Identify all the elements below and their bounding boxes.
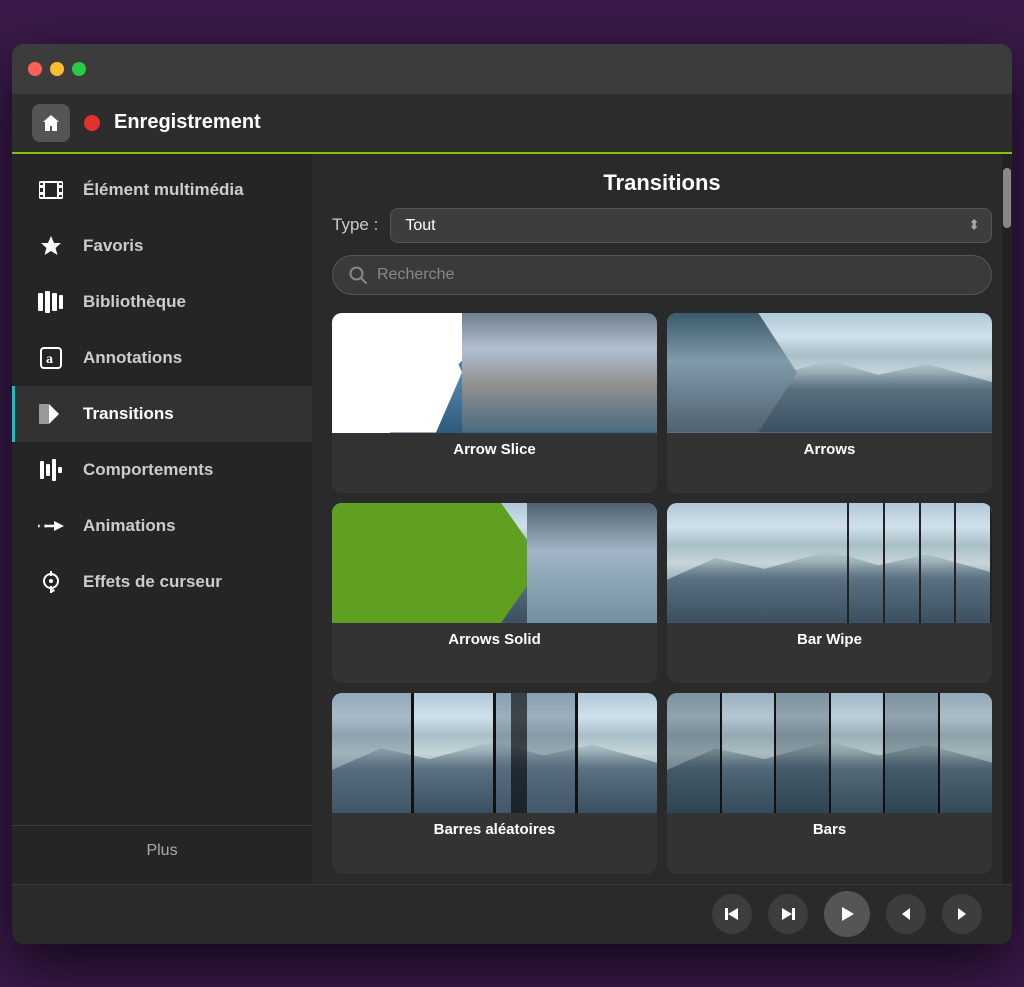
transition-thumb-arrows-solid xyxy=(332,503,657,623)
scroll-thumb[interactable] xyxy=(1003,168,1011,228)
minimize-button[interactable] xyxy=(50,62,64,76)
transition-item-arrows[interactable]: Arrows xyxy=(667,313,992,493)
transition-item-barres-aleatoires[interactable]: Barres aléatoires xyxy=(332,693,657,873)
sidebar-item-annotations[interactable]: a Annotations xyxy=(12,330,312,386)
bars-overlay xyxy=(667,693,992,813)
sidebar-item-favoris[interactable]: Favoris xyxy=(12,218,312,274)
search-icon xyxy=(349,266,367,284)
player-bar xyxy=(12,884,1012,944)
sidebar-label-annotations: Annotations xyxy=(83,348,182,368)
close-button[interactable] xyxy=(28,62,42,76)
sidebar-label-effets: Effets de curseur xyxy=(83,572,222,592)
sidebar-label-animations: Animations xyxy=(83,516,176,536)
transition-icon xyxy=(37,400,65,428)
transition-thumb-bar-wipe xyxy=(667,503,992,623)
search-box xyxy=(332,255,992,295)
right-panel: Transitions Type : Tout Basique Avancé 3… xyxy=(312,154,1012,884)
more-button[interactable]: Plus xyxy=(12,825,312,876)
star-icon xyxy=(37,232,65,260)
sidebar-item-animations[interactable]: Animations xyxy=(12,498,312,554)
behavior-icon xyxy=(37,456,65,484)
svg-text:a: a xyxy=(46,352,53,367)
transition-label-arrow-slice: Arrow Slice xyxy=(332,433,657,466)
panel-title: Transitions xyxy=(312,154,1012,208)
animation-icon xyxy=(37,512,65,540)
annotation-icon: a xyxy=(37,344,65,372)
header-bar: Enregistrement xyxy=(12,94,1012,154)
transition-thumb-bars xyxy=(667,693,992,813)
record-indicator xyxy=(84,115,100,131)
app-window: Enregistrement Élément multimédia xyxy=(12,44,1012,944)
sidebar-item-transitions[interactable]: Transitions xyxy=(12,386,312,442)
sidebar-label-transitions: Transitions xyxy=(83,404,174,424)
books-icon xyxy=(37,288,65,316)
home-button[interactable] xyxy=(32,104,70,142)
type-label: Type : xyxy=(332,215,378,235)
sidebar-item-bibliotheque[interactable]: Bibliothèque xyxy=(12,274,312,330)
sidebar-item-media[interactable]: Élément multimédia xyxy=(12,162,312,218)
search-input[interactable] xyxy=(377,266,975,284)
step-back-button[interactable] xyxy=(712,894,752,934)
type-row: Type : Tout Basique Avancé 3D ⬍ xyxy=(312,208,1012,255)
transition-label-bar-wipe: Bar Wipe xyxy=(667,623,992,656)
transition-label-arrows: Arrows xyxy=(667,433,992,466)
play-button[interactable] xyxy=(824,891,870,937)
transition-thumb-arrows xyxy=(667,313,992,433)
transition-label-barres-aleatoires: Barres aléatoires xyxy=(332,813,657,846)
sidebar-item-effets[interactable]: Effets de curseur xyxy=(12,554,312,610)
sidebar-label-media: Élément multimédia xyxy=(83,180,244,200)
transition-item-bars[interactable]: Bars xyxy=(667,693,992,873)
next-button[interactable] xyxy=(942,894,982,934)
step-forward-button[interactable] xyxy=(768,894,808,934)
transition-label-bars: Bars xyxy=(667,813,992,846)
sidebar-label-comportements: Comportements xyxy=(83,460,213,480)
maximize-button[interactable] xyxy=(72,62,86,76)
sidebar-label-favoris: Favoris xyxy=(83,236,143,256)
traffic-lights xyxy=(28,62,86,76)
transition-label-arrows-solid: Arrows Solid xyxy=(332,623,657,656)
transition-item-arrow-slice[interactable]: Arrow Slice xyxy=(332,313,657,493)
title-bar xyxy=(12,44,1012,94)
cursor-icon xyxy=(37,568,65,596)
transition-thumb-arrow-slice xyxy=(332,313,657,433)
bar-wipe-lines xyxy=(813,503,992,623)
transition-item-arrows-solid[interactable]: Arrows Solid xyxy=(332,503,657,683)
sidebar: Élément multimédia Favoris xyxy=(12,154,312,884)
type-select[interactable]: Tout Basique Avancé 3D xyxy=(390,208,992,243)
sidebar-label-bibliotheque: Bibliothèque xyxy=(83,292,186,312)
film-icon xyxy=(37,176,65,204)
prev-button[interactable] xyxy=(886,894,926,934)
transitions-grid: Arrow Slice Arrows Arrows So xyxy=(312,309,1012,884)
transition-thumb-barres xyxy=(332,693,657,813)
scroll-track[interactable] xyxy=(1002,154,1012,884)
main-content: Élément multimédia Favoris xyxy=(12,154,1012,884)
header-title: Enregistrement xyxy=(114,111,261,134)
type-select-wrapper[interactable]: Tout Basique Avancé 3D ⬍ xyxy=(390,208,992,243)
transition-item-bar-wipe[interactable]: Bar Wipe xyxy=(667,503,992,683)
search-row xyxy=(312,255,1012,309)
sidebar-item-comportements[interactable]: Comportements xyxy=(12,442,312,498)
